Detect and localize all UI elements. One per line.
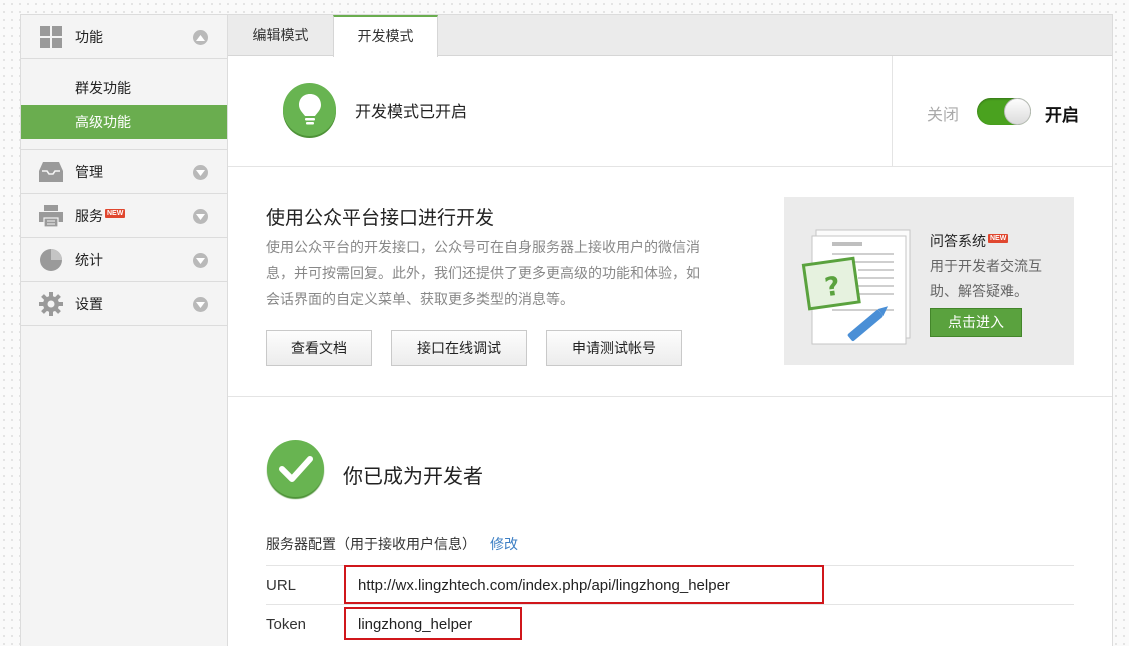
chevron-up-icon[interactable] [193, 30, 208, 45]
developer-section: 你已成为开发者 服务器配置（用于接收用户信息） 修改 URL http://wx.… [228, 397, 1112, 646]
sidebar-group-label: 管理 [75, 163, 103, 180]
chevron-down-icon[interactable] [193, 209, 208, 224]
config-key: Token [266, 616, 307, 633]
sidebar-group-label: 设置 [75, 295, 103, 312]
desc-line: 助、解答疑难。 [930, 283, 1028, 299]
chevron-down-icon[interactable] [193, 165, 208, 180]
sidebar-group-label: 服务 NEW [75, 207, 126, 224]
toggle-knob [1004, 98, 1031, 125]
checkmark-icon [267, 440, 324, 497]
tab-dev-mode[interactable]: 开发模式 [333, 15, 438, 57]
printer-icon [39, 204, 63, 228]
qa-description: 用于开发者交流互 助、解答疑难。 [930, 254, 1060, 304]
sidebar-item-mass-send[interactable]: 群发功能 [21, 71, 227, 105]
sidebar-group-service[interactable]: 服务 NEW [21, 194, 227, 238]
api-intro-section: 使用公众平台接口进行开发 使用公众平台的开发接口，公众号可在自身服务器上接收用户… [228, 167, 1112, 397]
divider [892, 56, 893, 167]
grid-icon [39, 25, 63, 49]
view-docs-button[interactable]: 查看文档 [266, 330, 372, 366]
qa-system-card: ? 问答系统 NEW 用于开发者交流互 助、解答疑难。 点击进入 [784, 197, 1074, 365]
inbox-icon [39, 160, 63, 184]
dev-mode-status: 开发模式已开启 关闭 开启 [228, 56, 1112, 167]
sidebar: 功能 群发功能 高级功能 管理 服务 NEW 统计 设置 [20, 14, 228, 646]
chevron-down-icon[interactable] [193, 297, 208, 312]
sidebar-group-stats[interactable]: 统计 [21, 238, 227, 282]
dev-mode-status-text: 开发模式已开启 [355, 104, 468, 121]
chevron-down-icon[interactable] [193, 253, 208, 268]
qa-document-icon: ? [798, 226, 918, 349]
main-panel: 编辑模式 开发模式 开发模式已开启 关闭 开启 使用公众平台接口进行开发 使用公… [228, 14, 1113, 646]
pie-chart-icon [39, 248, 63, 272]
developer-title: 你已成为开发者 [343, 466, 483, 488]
sidebar-group-manage[interactable]: 管理 [21, 150, 227, 194]
server-config-label: 服务器配置（用于接收用户信息） 修改 [266, 536, 518, 552]
qa-title: 问答系统 NEW [930, 233, 1009, 249]
enter-qa-button[interactable]: 点击进入 [930, 308, 1022, 337]
api-section-description: 使用公众平台的开发接口，公众号可在自身服务器上接收用户的微信消 息，并可按需回复… [266, 234, 744, 312]
api-section-title: 使用公众平台接口进行开发 [266, 208, 495, 229]
lightbulb-icon [283, 83, 336, 136]
sidebar-group-label: 功能 [75, 28, 103, 45]
desc-line: 使用公众平台的开发接口，公众号可在自身服务器上接收用户的微信消 [266, 239, 700, 255]
gear-icon [39, 291, 63, 316]
new-badge: NEW [988, 234, 1009, 243]
toggle-on-label: 开启 [1045, 106, 1079, 125]
edit-config-link[interactable]: 修改 [490, 536, 518, 552]
sidebar-item-advanced[interactable]: 高级功能 [21, 105, 227, 139]
desc-line: 用于开发者交流互 [930, 258, 1042, 274]
apply-test-account-button[interactable]: 申请测试帐号 [546, 330, 682, 366]
desc-line: 会话界面的自定义菜单、获取更多类型的消息等。 [266, 291, 574, 307]
new-badge: NEW [105, 208, 126, 218]
dev-mode-toggle[interactable] [977, 98, 1031, 125]
sidebar-group-features[interactable]: 功能 [21, 15, 227, 59]
tab-edit-mode[interactable]: 编辑模式 [228, 15, 333, 56]
mode-tabs: 编辑模式 开发模式 [228, 15, 1112, 57]
config-key: URL [266, 577, 297, 594]
sidebar-group-settings[interactable]: 设置 [21, 282, 227, 326]
token-highlight-box [344, 607, 522, 640]
url-highlight-box [344, 565, 824, 604]
toggle-off-label: 关闭 [927, 107, 960, 124]
sidebar-submenu: 群发功能 高级功能 [21, 59, 227, 150]
desc-line: 息，并可按需回复。此外，我们还提供了更多更高级的功能和体验，如 [266, 265, 700, 281]
sidebar-group-label: 统计 [75, 251, 103, 268]
api-debug-button[interactable]: 接口在线调试 [391, 330, 527, 366]
